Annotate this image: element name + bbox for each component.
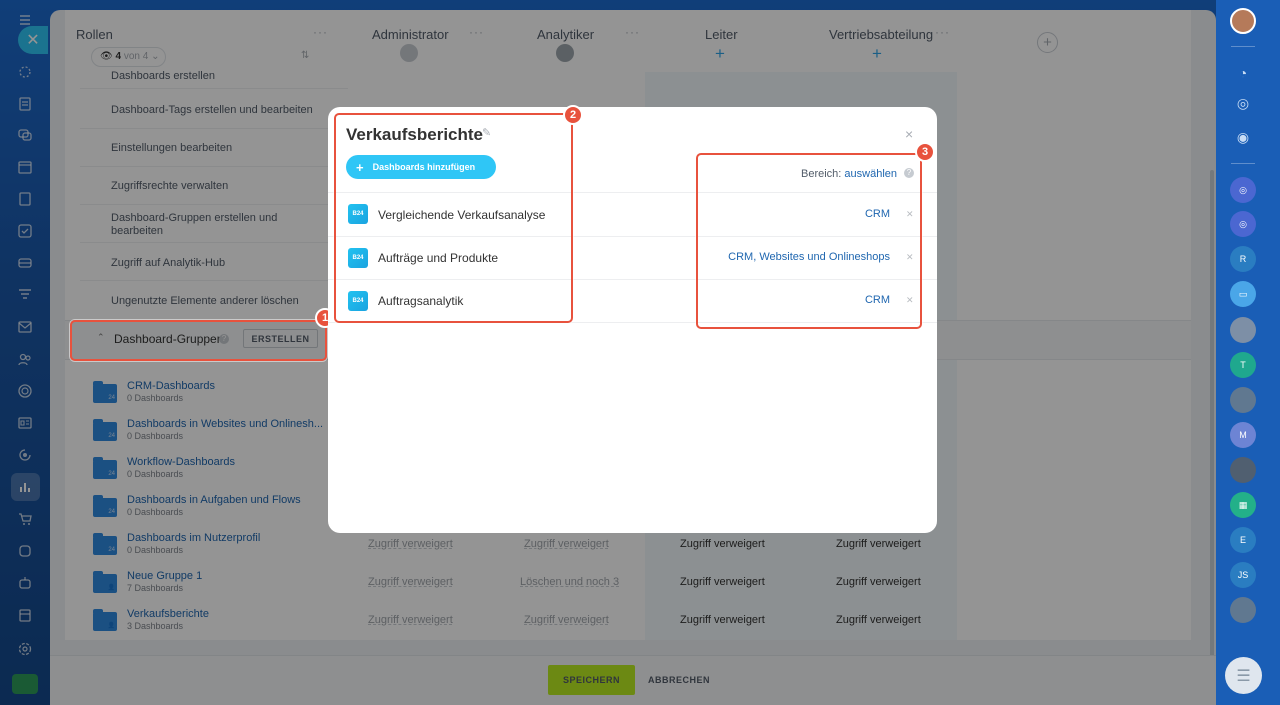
callout-box-2	[334, 113, 573, 323]
chat-avatar-js[interactable]: JS	[1230, 562, 1256, 588]
right-bar-divider-2	[1231, 163, 1255, 164]
right-bar-divider	[1231, 46, 1255, 47]
chat-avatar-1[interactable]: ◎	[1230, 177, 1256, 203]
copilot-icon[interactable]: ◎	[1230, 90, 1256, 116]
callout-badge-3: 3	[915, 142, 935, 162]
chat-avatar-calendar[interactable]: ▦	[1230, 492, 1256, 518]
user-avatar[interactable]	[1230, 8, 1256, 34]
close-icon[interactable]: ×	[905, 126, 913, 142]
chat-avatar-photo-2[interactable]	[1230, 387, 1256, 413]
messenger-menu-button[interactable]: ☰	[1225, 657, 1262, 694]
callout-badge-2: 2	[563, 105, 583, 125]
chat-avatar-photo-3[interactable]	[1230, 457, 1256, 483]
chat-avatar-t[interactable]: T	[1230, 352, 1256, 378]
chat-avatar-e[interactable]: E	[1230, 527, 1256, 553]
callout-box-1	[70, 320, 327, 361]
chat-avatar-comments[interactable]: ▭	[1230, 281, 1256, 307]
chat-avatar-photo-4[interactable]	[1230, 597, 1256, 623]
chat-avatar-2[interactable]: ◎	[1230, 211, 1256, 237]
callout-box-3	[696, 153, 922, 329]
chat-avatar-photo-1[interactable]	[1230, 317, 1256, 343]
search-chat-icon[interactable]: ◉	[1230, 124, 1256, 150]
chat-avatar-r[interactable]: R	[1230, 246, 1256, 272]
bell-icon[interactable]: ◔	[1230, 60, 1256, 86]
chat-avatar-m[interactable]: M	[1230, 422, 1256, 448]
